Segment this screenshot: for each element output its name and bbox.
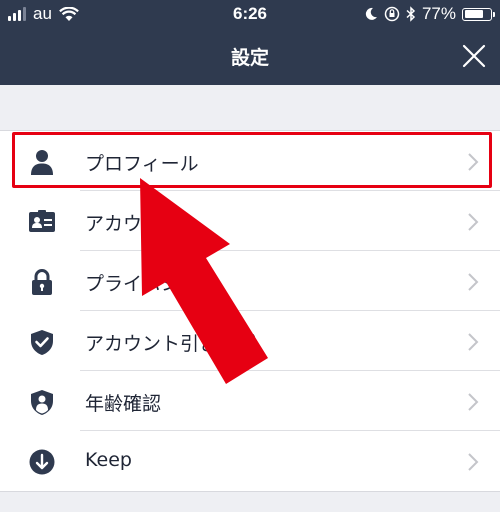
lock-icon: [32, 269, 52, 295]
chevron-right-icon: [468, 213, 479, 231]
settings-item-label: 年齢確認: [85, 393, 162, 415]
close-icon[interactable]: [462, 44, 486, 68]
chevron-right-icon: [468, 273, 479, 291]
page-title: 設定: [230, 47, 269, 69]
shield-check-icon: [31, 330, 53, 355]
status-bar: au 6:26 77%: [0, 0, 500, 28]
settings-item-keep[interactable]: Keep: [0, 431, 500, 491]
settings-item-account-transfer[interactable]: アカウント引き継ぎ: [0, 311, 500, 371]
shield-person-icon: [31, 390, 53, 415]
chevron-right-icon: [468, 333, 479, 351]
settings-item-label: Keep: [85, 449, 132, 471]
keep-download-icon: [29, 449, 55, 475]
highlight-box: [12, 132, 492, 188]
chevron-right-icon: [468, 393, 479, 411]
settings-item-label: アカウント引き継ぎ: [85, 333, 257, 355]
battery-percent: 77%: [421, 4, 456, 23]
chevron-right-icon: [468, 453, 479, 471]
settings-item-privacy[interactable]: プライバシ…理: [0, 251, 500, 311]
rotation-lock-icon: [384, 6, 400, 22]
settings-item-label: アカウ: [85, 213, 143, 235]
moon-icon: [365, 7, 377, 20]
id-card-icon: [29, 210, 55, 232]
bluetooth-icon: [406, 6, 416, 22]
settings-item-age-verification[interactable]: 年齢確認: [0, 371, 500, 431]
settings-item-account[interactable]: アカウ: [0, 191, 500, 251]
battery-icon: [462, 7, 495, 21]
navigation-bar: 設定: [0, 28, 500, 85]
settings-item-label: プライバシ…理: [85, 273, 218, 295]
